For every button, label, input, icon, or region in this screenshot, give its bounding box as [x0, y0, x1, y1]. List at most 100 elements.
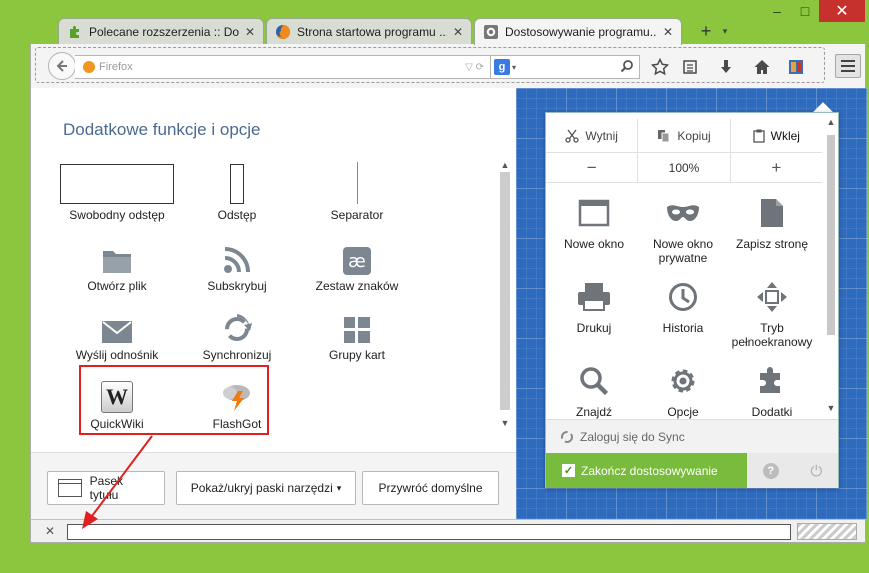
addon-bar-resize-grip[interactable]	[797, 523, 857, 540]
downloads-icon[interactable]	[715, 56, 737, 78]
tab-close-icon[interactable]: ✕	[245, 25, 255, 39]
help-icon[interactable]: ?	[762, 462, 779, 479]
checkmark-icon: ✓	[562, 464, 575, 477]
palette-item-tab-groups[interactable]: Grupy kart	[297, 300, 417, 362]
zoom-reset-button[interactable]: 100%	[638, 153, 731, 182]
palette-item-email-link[interactable]: Wyślij odnośnik	[57, 300, 177, 362]
zoom-controls: − 100% +	[546, 153, 822, 183]
panel-scrollbar[interactable]: ▲ ▼	[824, 117, 838, 417]
tab-firefox-start[interactable]: Strona startowa programu ... ✕	[266, 18, 472, 45]
new-window-button[interactable]: Nowe okno	[549, 193, 639, 251]
space-icon	[230, 164, 244, 204]
options-button[interactable]: Opcje	[638, 361, 728, 419]
gear-icon	[484, 25, 498, 39]
palette-item-label: Grupy kart	[328, 348, 385, 362]
minimize-button[interactable]: –	[763, 0, 791, 22]
palette-title: Dodatkowe funkcje i opcje	[63, 120, 261, 139]
panel-customization-area: Wytnij Kopiuj Wklej − 100% + Nowe okno N…	[516, 88, 867, 519]
quit-power-icon[interactable]: ⏻	[810, 462, 822, 480]
close-window-button[interactable]: ✕	[819, 0, 865, 22]
zoom-out-button[interactable]: −	[546, 153, 639, 182]
tool-label: Nowe okno prywatne	[652, 237, 714, 265]
addon-bar-drop-area[interactable]	[67, 524, 791, 540]
paste-button[interactable]: Wklej	[731, 119, 822, 152]
new-window-icon	[578, 199, 610, 227]
maximize-button[interactable]: □	[791, 0, 819, 22]
separator-icon	[356, 162, 358, 204]
engine-dropdown-icon[interactable]: ▾	[512, 63, 516, 72]
panel-scroll-thumb[interactable]	[827, 135, 835, 335]
exit-customize-label: Zakończ dostosowywanie	[581, 463, 718, 478]
mail-icon	[102, 321, 132, 343]
print-button[interactable]: Drukuj	[549, 277, 639, 335]
panel-scroll-down-icon[interactable]: ▼	[824, 403, 838, 413]
title-bar-toggle-button[interactable]: Pasek tytułu	[47, 471, 165, 505]
paste-label: Wklej	[770, 128, 800, 143]
menu-bar-line	[841, 65, 855, 67]
copy-label: Kopiuj	[677, 128, 711, 143]
toolbars-toggle-button[interactable]: Pokaż/ukryj paski narzędzi ▾	[176, 471, 356, 505]
title-bar-icon	[58, 479, 82, 497]
scroll-up-icon[interactable]: ▲	[498, 158, 512, 172]
palette-item-subscribe[interactable]: Subskrybuj	[177, 231, 297, 293]
panel-scroll-up-icon[interactable]: ▲	[824, 117, 838, 127]
palette-item-space[interactable]: Odstęp	[177, 160, 297, 222]
copy-button[interactable]: Kopiuj	[638, 119, 731, 152]
history-button[interactable]: Historia	[638, 277, 728, 335]
addon-toolbar-icon[interactable]	[785, 56, 807, 78]
palette-item-open-file[interactable]: Otwórz plik	[57, 231, 177, 293]
new-private-window-button[interactable]: Nowe okno prywatne	[638, 193, 728, 265]
scroll-thumb[interactable]	[500, 172, 510, 410]
rss-icon	[224, 247, 250, 273]
tool-label: Opcje	[667, 405, 699, 419]
google-engine-icon[interactable]: g	[494, 59, 510, 75]
addon-bar-close-icon[interactable]: ✕	[45, 524, 55, 538]
new-tab-button[interactable]: +	[694, 20, 718, 42]
charset-glyph: æ	[348, 250, 366, 272]
palette-item-charset[interactable]: æ Zestaw znaków	[297, 231, 417, 293]
sync-label: Zaloguj się do Sync	[580, 429, 685, 444]
palette-item-label: Synchronizuj	[202, 348, 272, 362]
bookmarks-menu-icon[interactable]	[679, 56, 701, 78]
addons-button[interactable]: Dodatki	[727, 361, 817, 419]
firefox-icon	[276, 25, 290, 39]
menu-bar-line	[841, 70, 855, 72]
bookmark-star-icon[interactable]	[649, 56, 671, 78]
tab-close-icon[interactable]: ✕	[663, 25, 673, 39]
palette-item-label: Odstęp	[217, 208, 257, 222]
sync-signin-button[interactable]: Zaloguj się do Sync	[546, 419, 838, 453]
cut-label: Wytnij	[585, 128, 618, 143]
zoom-in-button[interactable]: +	[731, 153, 822, 182]
fullscreen-button[interactable]: Tryb pełnoekranowy	[727, 277, 817, 349]
charset-icon: æ	[343, 247, 371, 275]
copy-icon	[658, 129, 670, 142]
tab-label: Polecane rozszerzenia :: Do...	[89, 25, 239, 39]
home-icon[interactable]	[751, 56, 773, 78]
scroll-down-icon[interactable]: ▼	[498, 416, 512, 430]
find-button[interactable]: Znajdź	[549, 361, 639, 419]
tab-close-icon[interactable]: ✕	[453, 25, 463, 39]
search-icon[interactable]	[620, 59, 634, 73]
palette-item-label: Swobodny odstęp	[69, 208, 165, 222]
title-bar-label: Pasek tytułu	[89, 474, 124, 502]
scissors-icon	[565, 129, 580, 143]
palette-item-flexible-space[interactable]: Swobodny odstęp	[57, 160, 177, 222]
exit-customize-button[interactable]: ✓ Zakończ dostosowywanie	[546, 453, 747, 488]
tab-list-dropdown-icon[interactable]: ▾	[718, 20, 732, 42]
tab-customize[interactable]: Dostosowywanie programu... ✕	[474, 18, 682, 45]
tab-recommended-addons[interactable]: Polecane rozszerzenia :: Do... ✕	[58, 18, 264, 45]
palette-scrollbar[interactable]: ▲ ▼	[498, 158, 512, 430]
back-button[interactable]	[48, 52, 76, 80]
sync-small-icon	[561, 430, 573, 443]
palette-item-separator[interactable]: Separator	[297, 160, 417, 222]
save-page-button[interactable]: Zapisz stronę	[727, 193, 817, 251]
palette-item-sync[interactable]: Synchronizuj	[177, 300, 297, 362]
search-bar[interactable]: g ▾	[490, 55, 640, 79]
tool-label: Dodatki	[751, 405, 793, 419]
url-bar[interactable]: Firefox ▽ ⟳	[75, 55, 491, 79]
puzzle-icon	[70, 26, 79, 38]
restore-defaults-button[interactable]: Przywróć domyślne	[362, 471, 499, 505]
url-dropdown-icon[interactable]: ▽ ⟳	[465, 62, 484, 73]
cut-button[interactable]: Wytnij	[546, 119, 639, 152]
hamburger-menu-button[interactable]	[835, 54, 861, 78]
